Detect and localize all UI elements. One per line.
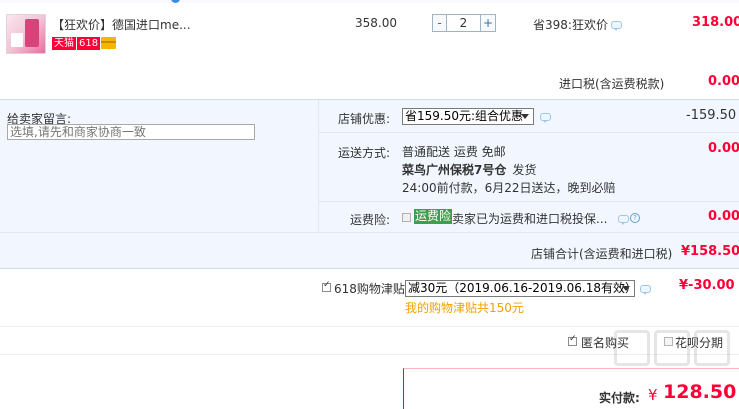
shipping-warehouse: 菜鸟广州保税7号仓 bbox=[402, 163, 507, 177]
allowance-select[interactable]: 减30元（2019.06.16-2019.06.18有效） bbox=[405, 280, 635, 297]
chat-icon[interactable] bbox=[640, 285, 651, 295]
watermark-logo bbox=[614, 330, 736, 370]
shop-discount-label: 店铺优惠: bbox=[338, 112, 391, 126]
shop-discount-select[interactable]: 省159.50元:组合优惠 bbox=[402, 108, 534, 125]
allowance-label: 618购物津贴 bbox=[334, 282, 405, 296]
shipping-warehouse-line: 菜鸟广州保税7号仓 发货 bbox=[402, 161, 536, 178]
row-separator bbox=[0, 326, 739, 327]
shop-discount-selected: 省159.50元:组合优惠 bbox=[405, 109, 524, 123]
insurance-checkbox[interactable] bbox=[402, 213, 411, 222]
payment-amount: 128.50 bbox=[663, 381, 737, 403]
panel-row-divider bbox=[0, 232, 739, 233]
shipping-label: 运送方式: bbox=[338, 146, 391, 160]
shipping-eta: 24:00前付款，6月22日送达，晚到必赔 bbox=[402, 181, 616, 195]
anonymous-checkbox[interactable] bbox=[568, 334, 577, 346]
panel-row-divider bbox=[318, 201, 739, 202]
shop-total-value: ¥158.50 bbox=[681, 244, 739, 259]
product-thumbnail[interactable] bbox=[6, 14, 46, 54]
import-tax-label: 进口税(含运费税款) bbox=[559, 77, 665, 91]
insurance-tag: 运费险 bbox=[414, 209, 453, 224]
allowance-selected: 减30元（2019.06.16-2019.06.18有效） bbox=[408, 281, 635, 295]
quantity-minus-button[interactable]: - bbox=[432, 14, 447, 32]
unit-price: 358.00 bbox=[355, 16, 397, 30]
seller-message-input[interactable] bbox=[7, 124, 255, 140]
help-icon[interactable]: ? bbox=[630, 213, 640, 223]
insurance-label: 运费险: bbox=[350, 213, 391, 227]
badge-618: 618 bbox=[77, 37, 101, 50]
chat-icon[interactable] bbox=[611, 21, 622, 31]
product-title[interactable]: 【狂欢价】德国进口me... bbox=[52, 16, 191, 33]
top-partial-row bbox=[0, 0, 739, 3]
quantity-input[interactable]: 2 bbox=[447, 14, 480, 32]
allowance-value: ¥-30.00 bbox=[679, 278, 735, 293]
chevron-down-icon bbox=[521, 114, 529, 119]
insurance-desc: 卖家已为运费和进口税投保... bbox=[452, 212, 608, 226]
item-subtotal: 318.00 bbox=[692, 15, 739, 30]
credit-card-icon bbox=[101, 37, 116, 49]
payment-currency: ¥ bbox=[648, 386, 658, 404]
shipping-method: 普通配送 运费 免邮 bbox=[402, 145, 506, 159]
shop-discount-value: -159.50 bbox=[686, 108, 737, 123]
allowance-checkbox[interactable] bbox=[322, 280, 331, 292]
panel-divider bbox=[318, 100, 319, 232]
chat-icon[interactable] bbox=[618, 215, 629, 225]
import-tax-value: 0.00 bbox=[708, 74, 739, 89]
panel-row-divider bbox=[318, 132, 739, 133]
chat-icon[interactable] bbox=[540, 113, 551, 123]
shipping-value: 0.00 bbox=[708, 141, 739, 156]
quantity-stepper: - 2 + bbox=[432, 14, 496, 32]
tmall-badge: 天猫 bbox=[52, 37, 76, 50]
shop-total-label: 店铺合计(含运费和进口税) bbox=[531, 247, 673, 261]
insurance-value: 0.00 bbox=[708, 209, 739, 224]
quantity-plus-button[interactable]: + bbox=[480, 14, 496, 32]
tmall-618-badge: 天猫 618 bbox=[52, 37, 101, 50]
payment-label: 实付款: bbox=[599, 391, 640, 405]
chevron-down-icon bbox=[622, 286, 630, 291]
shipping-warehouse-suffix: 发货 bbox=[512, 163, 537, 177]
allowance-note: 我的购物津贴共150元 bbox=[405, 301, 524, 315]
promo-text: 省398:狂欢价 bbox=[533, 18, 608, 32]
